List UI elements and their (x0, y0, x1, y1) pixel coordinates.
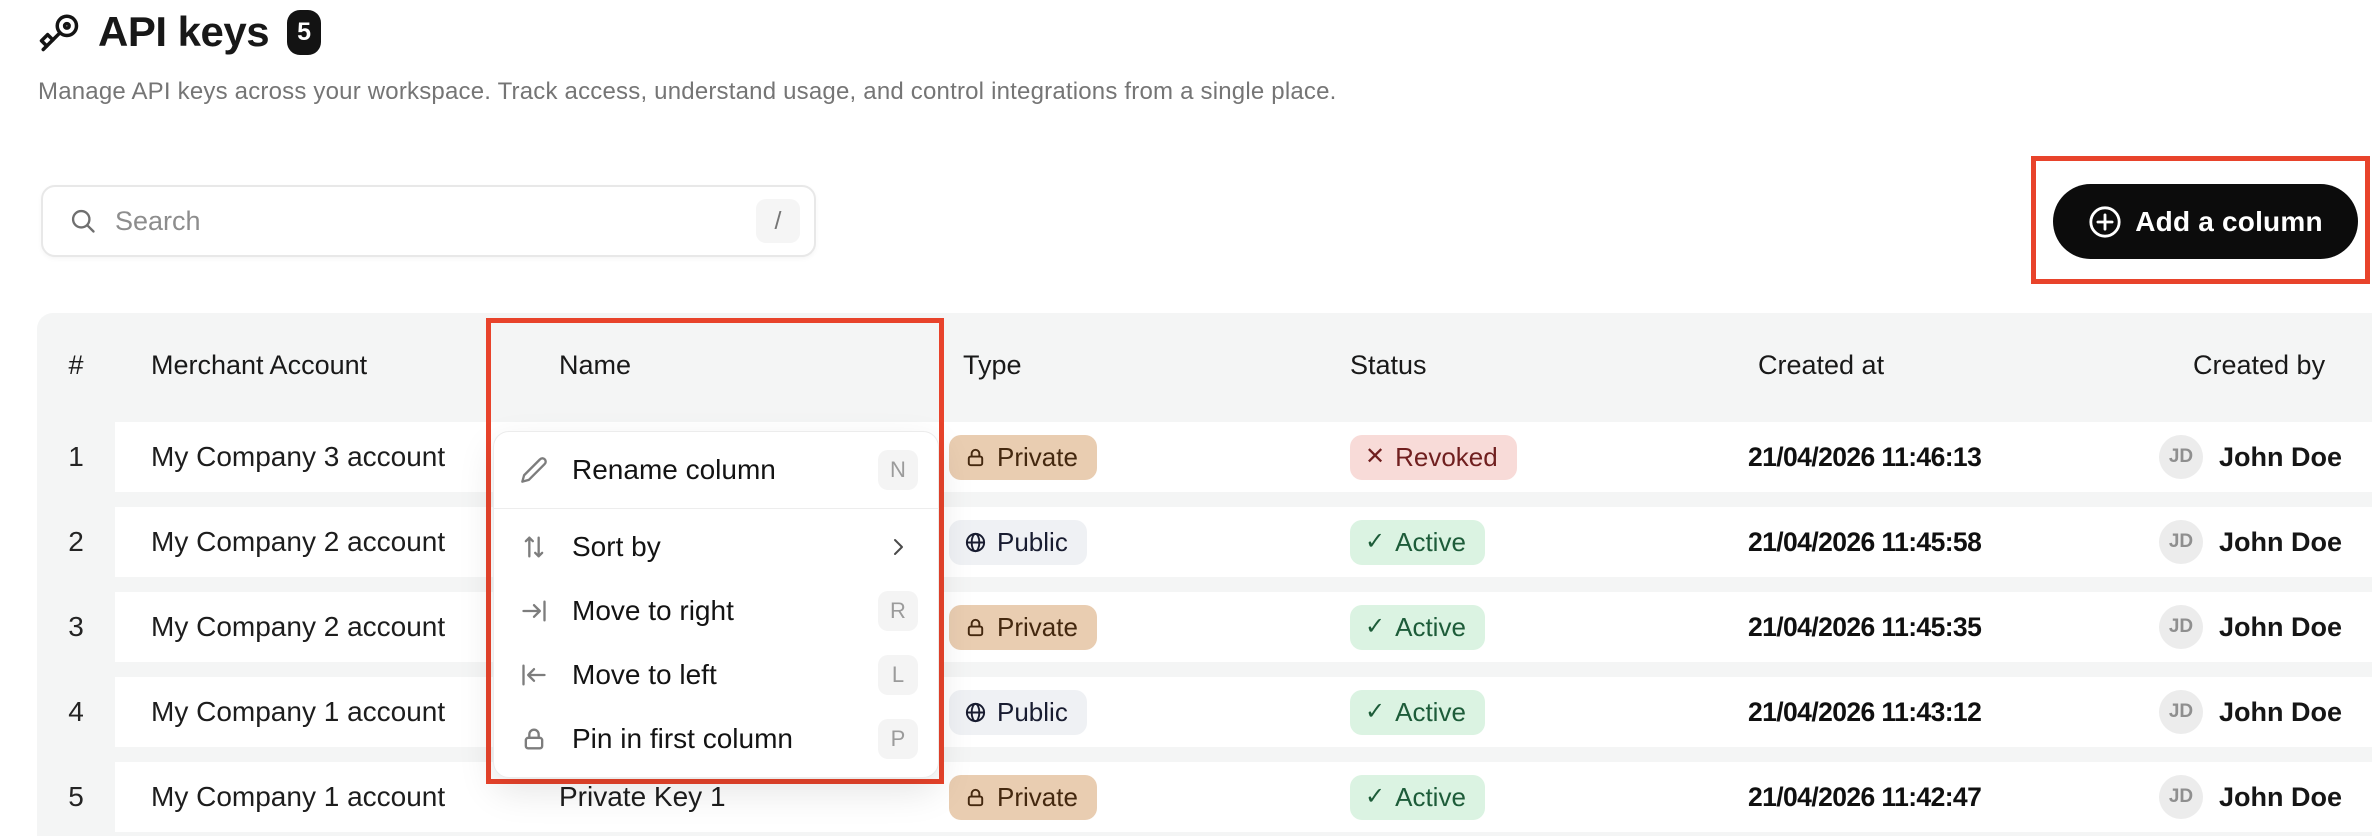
row-index: 5 (68, 781, 84, 812)
lock-icon (967, 618, 984, 636)
table-row[interactable]: 2 My Company 2 account Public ✓ Active 2… (37, 507, 2372, 577)
table-row[interactable]: 5 My Company 1 account Private Key 1 Pri… (37, 762, 2372, 832)
api-keys-table: # Merchant Account Name Type Status Crea… (37, 313, 2372, 836)
created-at-cell: 21/04/2026 11:42:47 (1748, 781, 1982, 812)
search-placeholder: Search (115, 205, 201, 236)
created-at-cell: 21/04/2026 11:45:35 (1748, 611, 1982, 642)
created-by-cell: John Doe (2219, 441, 2343, 472)
count-badge: 5 (287, 9, 322, 55)
merchant-account-cell: My Company 1 account (151, 696, 446, 727)
avatar: JD (2159, 520, 2203, 564)
row-index: 4 (68, 696, 84, 727)
header-index[interactable]: # (37, 350, 115, 381)
arrow-to-left-icon (520, 661, 552, 689)
menu-item-label: Sort by (572, 531, 661, 562)
table-row[interactable]: 3 My Company 2 account Private ✓ Active … (37, 592, 2372, 662)
menu-item-move-to-left[interactable]: Move to left L (494, 643, 938, 707)
avatar: JD (2159, 690, 2203, 734)
merchant-account-cell: My Company 1 account (151, 781, 446, 812)
type-badge: Private (949, 604, 1097, 650)
row-index: 1 (68, 441, 84, 472)
lock-icon (967, 788, 984, 806)
check-icon: ✓ (1365, 783, 1386, 810)
search-icon (71, 209, 95, 233)
merchant-account-cell: My Company 2 account (151, 611, 446, 642)
x-icon: ✕ (1365, 443, 1386, 470)
page-subtitle: Manage API keys across your workspace. T… (38, 78, 1337, 105)
page-header: API keys 5 (38, 8, 322, 56)
menu-item-sort-by[interactable]: Sort by (494, 515, 938, 579)
created-at-cell: 21/04/2026 11:43:12 (1748, 696, 1982, 727)
status-badge: ✓ ✕ Active (1350, 519, 1485, 565)
name-cell: Private Key 1 (559, 781, 726, 812)
check-icon: ✓ (1365, 613, 1386, 640)
type-badge: Public (949, 519, 1087, 565)
created-by-cell: John Doe (2219, 526, 2343, 557)
table-header-row: # Merchant Account Name Type Status Crea… (37, 313, 2372, 418)
header-status[interactable]: Status (1315, 350, 1712, 381)
table-body: 1 My Company 3 account Private ✓ (37, 418, 2372, 832)
column-context-menu: Rename column N Sort by Move to right R (493, 431, 939, 778)
menu-item-move-to-right[interactable]: Move to right R (494, 579, 938, 643)
header-created-by[interactable]: Created by (2123, 350, 2372, 381)
created-at-cell: 21/04/2026 11:45:58 (1748, 526, 1982, 557)
menu-item-label: Pin in first column (572, 723, 793, 754)
lock-icon (967, 448, 984, 466)
pencil-icon (520, 456, 552, 484)
menu-item-label: Move to left (572, 659, 717, 690)
check-icon: ✓ (1365, 528, 1386, 555)
api-keys-page: API keys 5 Manage API keys across your w… (0, 0, 2372, 836)
menu-item-label: Move to right (572, 595, 734, 626)
check-icon: ✓ (1365, 698, 1386, 725)
status-badge: ✓ ✕ Active (1350, 774, 1485, 820)
merchant-account-cell: My Company 3 account (151, 441, 446, 472)
header-type[interactable]: Type (915, 350, 1315, 381)
menu-item-rename-column[interactable]: Rename column N (494, 438, 938, 502)
shortcut-key: N (878, 450, 918, 490)
add-column-button[interactable]: Add a column (2053, 184, 2358, 259)
status-badge: ✓ ✕ Revoked (1350, 434, 1517, 480)
plus-circle-icon (2089, 205, 2121, 238)
header-created-at[interactable]: Created at (1712, 350, 2123, 381)
key-icon (38, 9, 80, 55)
search-shortcut-key: / (756, 199, 800, 243)
shortcut-key: P (878, 719, 918, 759)
created-by-cell: John Doe (2219, 781, 2343, 812)
status-badge: ✓ ✕ Active (1350, 689, 1485, 735)
search-input[interactable]: Search / (41, 185, 816, 257)
avatar: JD (2159, 605, 2203, 649)
menu-item-label: Rename column (572, 454, 776, 485)
globe-icon (965, 702, 986, 722)
status-badge: ✓ ✕ Active (1350, 604, 1485, 650)
lock-icon (520, 725, 552, 753)
merchant-account-cell: My Company 2 account (151, 526, 446, 557)
created-by-cell: John Doe (2219, 696, 2343, 727)
type-badge: Private (949, 434, 1097, 480)
table-row[interactable]: 1 My Company 3 account Private ✓ (37, 422, 2372, 492)
avatar: JD (2159, 775, 2203, 819)
menu-divider (494, 508, 938, 509)
shortcut-key: R (878, 591, 918, 631)
avatar: JD (2159, 435, 2203, 479)
arrow-to-right-icon (520, 597, 552, 625)
row-index: 2 (68, 526, 84, 557)
globe-icon (965, 532, 986, 552)
created-at-cell: 21/04/2026 11:46:13 (1748, 441, 1982, 472)
page-title: API keys (98, 8, 270, 55)
row-index: 3 (68, 611, 84, 642)
add-column-label: Add a column (2135, 205, 2323, 237)
header-merchant-account[interactable]: Merchant Account (115, 350, 523, 381)
shortcut-key: L (878, 655, 918, 695)
table-row[interactable]: 4 My Company 1 account Public ✓ Active 2… (37, 677, 2372, 747)
menu-item-pin-in-first-column[interactable]: Pin in first column P (494, 707, 938, 771)
chevron-right-icon (878, 535, 918, 559)
created-by-cell: John Doe (2219, 611, 2343, 642)
type-badge: Private (949, 774, 1097, 820)
sort-icon (520, 533, 552, 561)
type-badge: Public (949, 689, 1087, 735)
